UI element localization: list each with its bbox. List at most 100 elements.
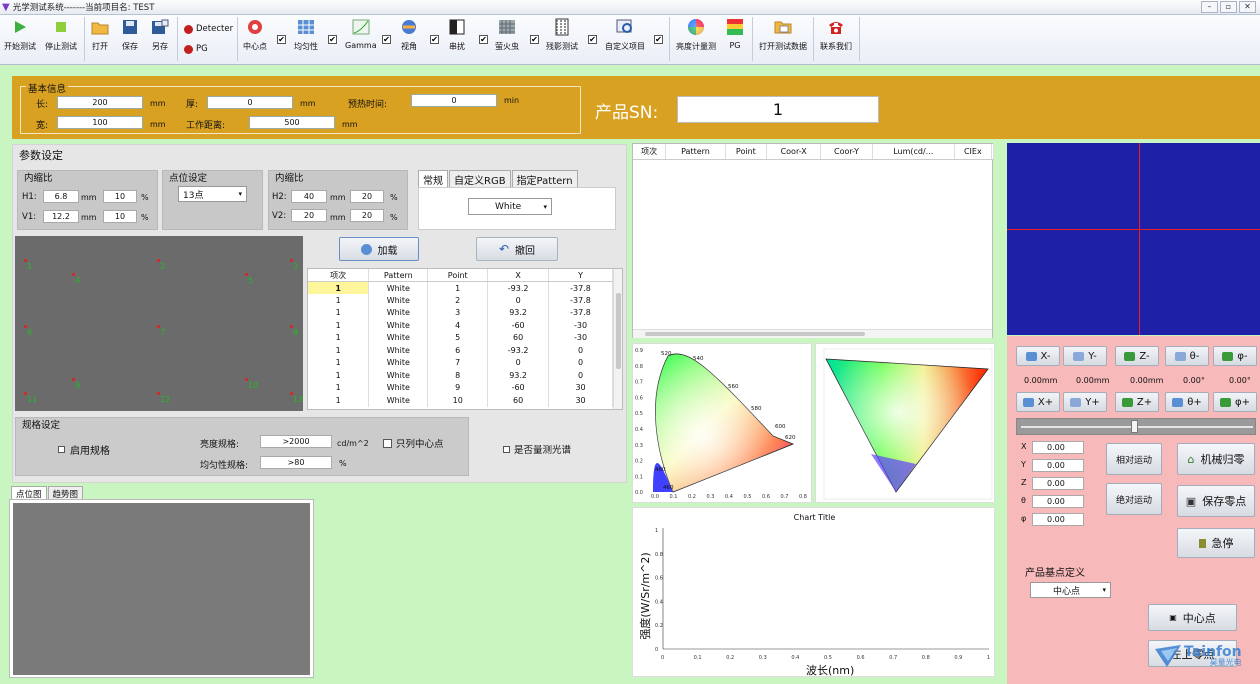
- x-plus-button[interactable]: X+: [1016, 392, 1060, 412]
- table-header[interactable]: X: [487, 269, 550, 282]
- crosstalk-checkbox[interactable]: ✔: [479, 35, 488, 44]
- image-sticking-button[interactable]: 残影测试: [546, 18, 578, 52]
- pg-color-button[interactable]: PG: [726, 18, 744, 50]
- base-point-select[interactable]: 中心点 ▾: [1030, 582, 1111, 598]
- table-header[interactable]: Y: [548, 269, 613, 282]
- table-header[interactable]: Coor-Y: [820, 144, 873, 160]
- save-button[interactable]: 保存: [121, 18, 139, 52]
- table-header[interactable]: CIEx: [954, 144, 992, 160]
- table-row[interactable]: 1 White 1 -93.2 -37.8: [308, 281, 613, 294]
- pattern-select[interactable]: White ▾: [468, 198, 552, 215]
- table-header[interactable]: Point: [427, 269, 489, 282]
- minimize-button[interactable]: –: [1201, 1, 1218, 13]
- preheat-field[interactable]: 0: [411, 94, 497, 107]
- phi-minus-button[interactable]: φ-: [1213, 346, 1257, 366]
- gamma-checkbox[interactable]: ✔: [382, 35, 391, 44]
- h1-field[interactable]: 6.8: [43, 190, 79, 203]
- view-angle-button[interactable]: 视角: [400, 18, 418, 52]
- results-scrollbar[interactable]: [633, 329, 992, 338]
- axis-input[interactable]: 0.00: [1032, 495, 1084, 508]
- start-test-button[interactable]: 开始测试: [4, 18, 36, 52]
- enable-spec-checkbox[interactable]: 启用规格: [58, 442, 110, 457]
- save-zero-button[interactable]: ▣ 保存零点: [1177, 485, 1255, 517]
- y-plus-button[interactable]: Y+: [1063, 392, 1107, 412]
- table-row[interactable]: 1 White 7 0 0: [308, 356, 613, 369]
- table-header[interactable]: 项次: [308, 269, 370, 282]
- work-distance-field[interactable]: 500: [249, 116, 335, 129]
- table-header[interactable]: Pattern: [368, 269, 429, 282]
- table-header[interactable]: Lum(cd/...: [872, 144, 955, 160]
- image-sticking-checkbox[interactable]: ✔: [588, 35, 597, 44]
- axis-input[interactable]: 0.00: [1032, 513, 1084, 526]
- detecter-toggle[interactable]: Detecter: [184, 24, 233, 34]
- center-point-button[interactable]: ▣ 中心点: [1148, 604, 1237, 631]
- z-minus-button[interactable]: Z-: [1115, 346, 1159, 366]
- x-minus-button[interactable]: X-: [1016, 346, 1060, 366]
- table-row[interactable]: 1 White 4 -60 -30: [308, 319, 613, 332]
- maximize-button[interactable]: ▫: [1220, 1, 1237, 13]
- y-minus-button[interactable]: Y-: [1063, 346, 1107, 366]
- table-row[interactable]: 1 White 6 -93.2 0: [308, 344, 613, 357]
- table-row[interactable]: 1 White 9 -60 30: [308, 381, 613, 394]
- z-plus-button[interactable]: Z+: [1115, 392, 1159, 412]
- product-sn-field[interactable]: 1: [677, 96, 879, 123]
- load-button[interactable]: 加载: [339, 237, 419, 261]
- center-point-button[interactable]: 中心点: [243, 18, 267, 52]
- uniformity-spec-field[interactable]: >80: [260, 456, 332, 469]
- theta-plus-button[interactable]: θ+: [1165, 392, 1209, 412]
- speed-slider[interactable]: [1016, 418, 1256, 435]
- table-row[interactable]: 1 White 10 60 30: [308, 394, 613, 407]
- table-header[interactable]: 项次: [633, 144, 667, 160]
- width-field[interactable]: 100: [57, 116, 143, 129]
- table-row[interactable]: 1 White 5 60 -30: [308, 331, 613, 344]
- absolute-move-button[interactable]: 绝对运动: [1106, 483, 1162, 515]
- close-button[interactable]: ✕: [1239, 1, 1256, 13]
- point-count-select[interactable]: 13点 ▾: [178, 186, 247, 202]
- contact-us-button[interactable]: 联系我们: [820, 18, 852, 52]
- center-point-checkbox[interactable]: ✔: [277, 35, 286, 44]
- gamma-button[interactable]: Gamma: [345, 18, 377, 50]
- theta-minus-button[interactable]: θ-: [1165, 346, 1209, 366]
- axis-input[interactable]: 0.00: [1032, 477, 1084, 490]
- h1-percent-field[interactable]: 10: [103, 190, 137, 203]
- only-center-checkbox[interactable]: 只列中心点: [383, 436, 444, 450]
- axis-input[interactable]: 0.00: [1032, 459, 1084, 472]
- point-table-scrollbar[interactable]: [613, 269, 622, 409]
- open-button[interactable]: 打开: [91, 18, 109, 52]
- table-row[interactable]: 1 White 3 93.2 -37.8: [308, 306, 613, 319]
- machine-home-button[interactable]: ⌂ 机械归零: [1177, 443, 1255, 475]
- length-field[interactable]: 200: [57, 96, 143, 109]
- table-header[interactable]: Pattern: [665, 144, 726, 160]
- relative-move-button[interactable]: 相对运动: [1106, 443, 1162, 475]
- thickness-field[interactable]: 0: [207, 96, 293, 109]
- table-row[interactable]: 1 White 2 0 -37.8: [308, 294, 613, 307]
- crosstalk-button[interactable]: 串扰: [448, 18, 466, 52]
- axis-input[interactable]: 0.00: [1032, 441, 1084, 454]
- view-angle-checkbox[interactable]: ✔: [430, 35, 439, 44]
- table-header[interactable]: Coor-X: [766, 144, 822, 160]
- v1-field[interactable]: 12.2: [43, 210, 79, 223]
- custom-item-button[interactable]: 自定义项目: [605, 18, 645, 52]
- v2-field[interactable]: 20: [291, 209, 327, 222]
- uniformity-button[interactable]: 均匀性: [294, 18, 318, 52]
- custom-item-checkbox[interactable]: ✔: [654, 35, 663, 44]
- firefly-checkbox[interactable]: ✔: [530, 35, 539, 44]
- uniformity-checkbox[interactable]: ✔: [328, 35, 337, 44]
- emergency-stop-button[interactable]: 急停: [1177, 528, 1255, 558]
- firefly-button[interactable]: 萤火虫: [495, 18, 519, 52]
- v2-percent-field[interactable]: 20: [350, 209, 384, 222]
- pg-toggle[interactable]: PG: [184, 44, 208, 54]
- h2-field[interactable]: 40: [291, 190, 327, 203]
- undo-button[interactable]: ↶ 撤回: [476, 237, 558, 261]
- table-row[interactable]: 1 White 8 93.2 0: [308, 369, 613, 382]
- stop-test-button[interactable]: 停止测试: [45, 18, 77, 52]
- lum-spec-field[interactable]: >2000: [260, 435, 332, 448]
- phi-plus-button[interactable]: φ+: [1213, 392, 1257, 412]
- measure-spectrum-checkbox[interactable]: 是否量测光谱: [503, 442, 571, 456]
- luminance-meter-button[interactable]: 亮度计量测: [676, 18, 716, 52]
- save-as-button[interactable]: 另存: [151, 18, 169, 52]
- open-test-data-button[interactable]: 打开测试数据: [759, 18, 807, 52]
- h2-percent-field[interactable]: 20: [350, 190, 384, 203]
- table-header[interactable]: Point: [725, 144, 768, 160]
- v1-percent-field[interactable]: 10: [103, 210, 137, 223]
